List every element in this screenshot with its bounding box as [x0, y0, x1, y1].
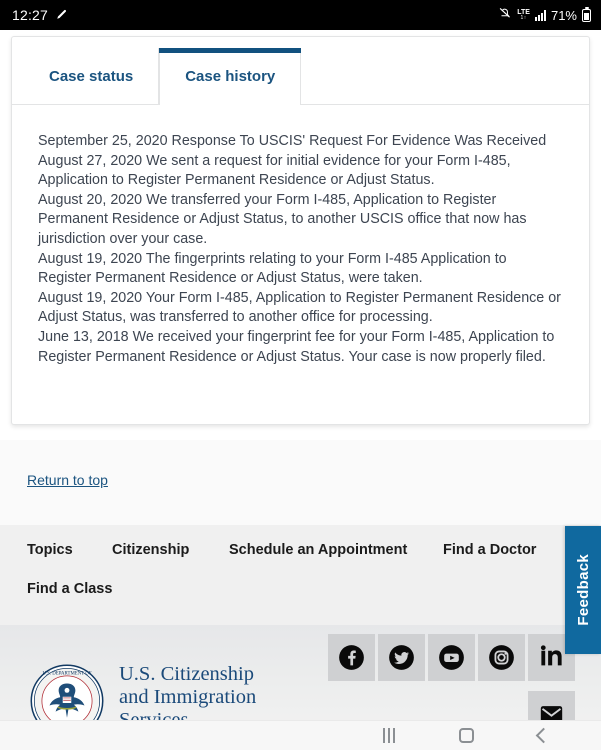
case-history-list: September 25, 2020 Response To USCIS' Re…: [12, 105, 589, 367]
uscis-brand-text: U.S. Citizenship and Immigration Service…: [119, 663, 256, 720]
browser-page: Case status Case history September 25, 2…: [0, 30, 601, 720]
signal-bars-icon: [534, 9, 546, 21]
history-entry: August 20, 2020 We transferred your Form…: [38, 191, 527, 247]
battery-icon: [582, 6, 591, 22]
footer-nav: Topics Citizenship Schedule an Appointme…: [0, 525, 601, 625]
history-entry: June 13, 2018 We received your fingerpri…: [38, 328, 555, 365]
network-type-icon: LTE 1↑: [517, 9, 530, 21]
bell-muted-icon: [498, 6, 512, 25]
footer-brand-bar: U.S. DEPARTMENT OF HOMELAND SECURITY U.S…: [0, 625, 601, 720]
youtube-icon[interactable]: [428, 634, 475, 681]
status-bar-indicators: LTE 1↑ 71%: [498, 6, 591, 25]
pen-icon: [55, 9, 67, 21]
twitter-icon[interactable]: [378, 634, 425, 681]
tab-case-history[interactable]: Case history: [159, 48, 302, 105]
brand-line-2: and Immigration: [119, 686, 257, 708]
social-links: [328, 634, 575, 681]
footer-link-find-a-doctor[interactable]: Find a Doctor: [443, 542, 536, 558]
android-status-bar: 12:27 LTE 1↑ 71%: [0, 0, 601, 30]
instagram-icon[interactable]: [478, 634, 525, 681]
footer-link-topics[interactable]: Topics: [27, 542, 112, 558]
home-icon[interactable]: [459, 728, 474, 743]
facebook-icon[interactable]: [328, 634, 375, 681]
brand-line-3: Services: [119, 709, 189, 720]
footer-link-citizenship[interactable]: Citizenship: [112, 542, 229, 558]
status-bar-clock: 12:27: [12, 7, 49, 23]
history-entry: September 25, 2020 Response To USCIS' Re…: [38, 133, 547, 149]
footer-links-row-1: Topics Citizenship Schedule an Appointme…: [0, 542, 601, 558]
feedback-tab[interactable]: Feedback: [565, 526, 601, 654]
svg-text:U.S. DEPARTMENT OF: U.S. DEPARTMENT OF: [42, 671, 91, 676]
footer-links-row-2: Find a Class: [0, 581, 601, 597]
tab-case-history-label: Case history: [185, 68, 276, 85]
dhs-seal-icon: U.S. DEPARTMENT OF HOMELAND SECURITY: [30, 664, 104, 720]
tab-case-status-label: Case status: [49, 67, 134, 85]
brand-line-1: U.S. Citizenship: [119, 663, 254, 685]
tab-case-status[interactable]: Case status: [24, 48, 160, 104]
battery-percent-label: 71%: [550, 7, 577, 23]
android-nav-bar: [0, 720, 601, 750]
return-to-top-strip: Return to top: [0, 440, 601, 525]
recents-icon[interactable]: [383, 728, 395, 743]
case-tabs: Case status Case history: [12, 37, 589, 105]
footer-link-find-a-class[interactable]: Find a Class: [27, 581, 112, 597]
network-type-sub: 1↑: [520, 15, 527, 21]
email-icon[interactable]: [528, 691, 575, 720]
history-entry: August 19, 2020 Your Form I-485, Applica…: [38, 289, 561, 326]
history-entry: August 27, 2020 We sent a request for in…: [38, 152, 511, 189]
back-icon[interactable]: [535, 727, 552, 744]
return-to-top-link[interactable]: Return to top: [27, 472, 108, 488]
uscis-brand: U.S. DEPARTMENT OF HOMELAND SECURITY U.S…: [29, 663, 256, 720]
case-card: Case status Case history September 25, 2…: [11, 36, 590, 425]
footer-link-schedule-appointment[interactable]: Schedule an Appointment: [229, 542, 443, 558]
history-entry: August 19, 2020 The fingerprints relatin…: [38, 250, 507, 287]
feedback-tab-label: Feedback: [574, 554, 592, 626]
